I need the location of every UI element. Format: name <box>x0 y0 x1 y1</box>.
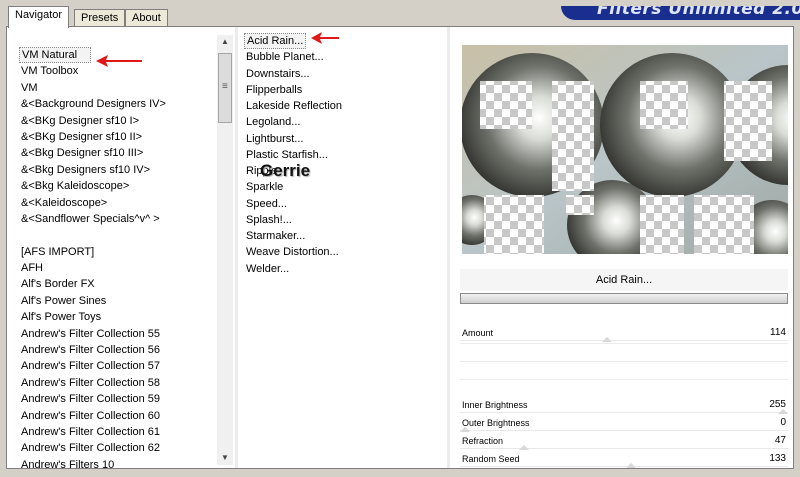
filter-item[interactable]: Speed... <box>244 196 434 212</box>
category-item[interactable]: Andrew's Filter Collection 58 <box>19 375 219 391</box>
divider <box>460 379 788 380</box>
category-item[interactable]: &<Kaleidoscope> <box>19 195 219 211</box>
red-arrow-icon <box>311 32 339 44</box>
divider <box>460 343 788 344</box>
parameter-name: Outer Brightness <box>462 418 530 428</box>
filter-item[interactable]: Splash!... <box>244 212 434 228</box>
category-item[interactable]: Alf's Power Toys <box>19 309 219 325</box>
filter-item[interactable]: Legoland... <box>244 114 434 130</box>
category-item[interactable]: Andrew's Filter Collection 60 <box>19 408 219 424</box>
parameter-value: 114 <box>770 327 786 338</box>
category-item[interactable]: VM Natural <box>19 47 91 64</box>
slider-thumb-icon[interactable] <box>518 445 529 450</box>
tab-presets[interactable]: Presets <box>74 9 126 27</box>
divider <box>447 27 450 468</box>
red-arrow-icon <box>96 55 142 67</box>
category-item[interactable]: &<Bkg Kaleidoscope> <box>19 178 219 194</box>
slider-thumb-icon[interactable] <box>625 463 636 468</box>
current-filter-label: Acid Rain... <box>460 269 788 291</box>
category-item[interactable]: &<Background Designers IV> <box>19 96 219 112</box>
parameter-value: 0 <box>780 417 786 428</box>
divider <box>235 27 238 468</box>
category-item[interactable]: Andrew's Filter Collection 57 <box>19 358 219 374</box>
watermark: Gerrie <box>260 161 311 180</box>
parameter-name: Random Seed <box>462 454 520 464</box>
category-item[interactable]: Alf's Border FX <box>19 276 219 292</box>
slider-thumb-icon[interactable] <box>778 409 788 414</box>
grip-icon: ≡ <box>222 81 228 92</box>
scroll-down-icon[interactable]: ▼ <box>217 451 233 465</box>
filter-item[interactable]: Lightburst... <box>244 131 434 147</box>
category-list: VM Natural VM Toolbox VM &<Background Desig… <box>19 47 219 473</box>
progress-bar <box>460 293 788 304</box>
parameter-value: 47 <box>774 435 786 446</box>
scroll-up-icon[interactable]: ▲ <box>217 35 233 49</box>
category-item[interactable]: &<BKg Designer sf10 I> <box>19 113 219 129</box>
category-item[interactable]: Andrew's Filter Collection 61 <box>19 424 219 440</box>
category-item[interactable]: Alf's Power Sines <box>19 293 219 309</box>
navigator-panel: VM Natural VM Toolbox VM &<Background Desig… <box>6 26 794 471</box>
scroll-thumb[interactable]: ≡ <box>218 53 232 123</box>
filters-unlimited-logo: Filters Unlimited 2.0 <box>561 6 800 20</box>
parameter-name: Refraction <box>462 436 504 446</box>
filter-item[interactable]: Bubble Planet... <box>244 49 434 65</box>
category-item[interactable]: &<Sandflower Specials^v^ > <box>19 211 219 227</box>
category-item[interactable]: Andrew's Filter Collection 62 <box>19 440 219 456</box>
parameter-slider[interactable]: Outer Brightness 0 <box>460 415 788 432</box>
category-item[interactable]: &<Bkg Designer sf10 III> <box>19 145 219 161</box>
category-item[interactable]: [AFS IMPORT] <box>19 244 219 260</box>
parameter-slider[interactable]: Inner Brightness 255 <box>460 397 788 414</box>
category-item[interactable]: &<Bkg Designers sf10 IV> <box>19 162 219 178</box>
tab-about[interactable]: About <box>125 9 168 27</box>
parameter-slider[interactable]: Random Seed 133 <box>460 451 788 468</box>
parameter-slider[interactable]: Refraction 47 <box>460 433 788 450</box>
parameter-value: 133 <box>769 453 786 464</box>
category-item[interactable]: &<BKg Designer sf10 II> <box>19 129 219 145</box>
parameter-name: Amount <box>462 328 494 338</box>
parameter-name: Inner Brightness <box>462 400 528 410</box>
filter-item[interactable]: Acid Rain... <box>244 33 306 50</box>
category-scrollbar[interactable]: ▲ ≡ ▼ <box>217 35 233 465</box>
category-item[interactable]: AFH <box>19 260 219 276</box>
category-item[interactable]: Andrew's Filter Collection 59 <box>19 391 219 407</box>
tab-navigator[interactable]: Navigator <box>8 6 70 28</box>
filter-preview <box>462 45 788 254</box>
filter-item[interactable]: Welder... <box>244 261 434 277</box>
tab-bar: Navigator Presets About Filters Unlimite… <box>6 6 800 28</box>
category-item[interactable]: Andrew's Filters 10 <box>19 457 219 473</box>
filter-item[interactable]: Starmaker... <box>244 228 434 244</box>
slider-thumb-icon[interactable] <box>602 337 613 342</box>
divider <box>460 361 788 362</box>
slider-thumb-icon[interactable] <box>460 427 470 432</box>
filter-list: Acid Rain... Bubble Planet... Downstairs..… <box>244 33 434 277</box>
filter-item[interactable]: Sparkle <box>244 179 434 195</box>
category-item[interactable]: VM <box>19 80 219 96</box>
preview-image <box>462 45 788 254</box>
category-item[interactable]: Andrew's Filter Collection 55 <box>19 326 219 342</box>
filter-item[interactable]: Flipperballs <box>244 82 434 98</box>
filter-item[interactable]: Downstairs... <box>244 66 434 82</box>
parameter-slider[interactable]: Amount 114 <box>460 325 788 342</box>
filter-item[interactable]: Weave Distortion... <box>244 244 434 260</box>
category-item[interactable]: Andrew's Filter Collection 56 <box>19 342 219 358</box>
filter-item[interactable]: Lakeside Reflection <box>244 98 434 114</box>
